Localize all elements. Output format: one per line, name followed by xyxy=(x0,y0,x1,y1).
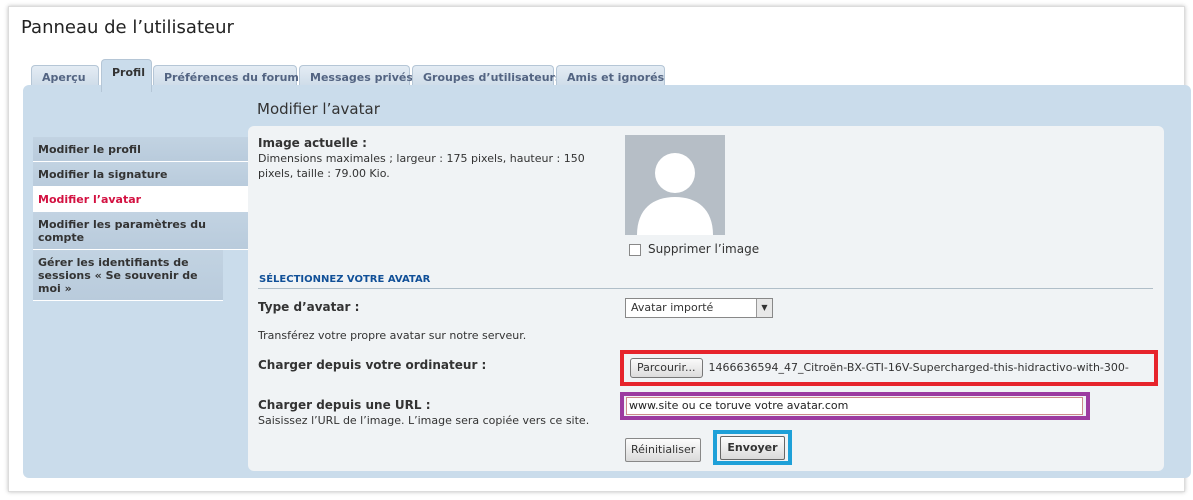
section-title: SÉLECTIONNEZ VOTRE AVATAR xyxy=(259,274,431,285)
sidebar-item-account-settings[interactable]: Modifier les paramètres du compte xyxy=(33,212,248,250)
tab-profile[interactable]: Profil xyxy=(101,59,152,92)
upload-label: Charger depuis votre ordinateur : xyxy=(258,358,487,372)
delete-image-checkbox[interactable] xyxy=(629,244,641,256)
file-upload-field[interactable]: Parcourir... 1466636594_47_Citroën-BX-GTI… xyxy=(630,358,1150,378)
avatar-type-select[interactable]: Avatar importé ▼ xyxy=(625,298,773,318)
sidebar-item-edit-signature[interactable]: Modifier la signature xyxy=(33,162,248,187)
current-image-label: Image actuelle : xyxy=(258,136,367,150)
avatar-form: Image actuelle : Dimensions maximales ; … xyxy=(248,126,1164,471)
reset-button[interactable]: Réinitialiser xyxy=(625,438,702,462)
url-label: Charger depuis une URL : xyxy=(258,398,431,412)
sidebar-item-edit-avatar[interactable]: Modifier l’avatar xyxy=(33,187,248,212)
page-title: Panneau de l’utilisateur xyxy=(21,17,234,38)
sidebar-menu: Modifier le profil Modifier la signature… xyxy=(33,137,248,301)
upload-description: Transférez votre propre avatar sur notre… xyxy=(258,329,527,342)
delete-image-label: Supprimer l’image xyxy=(648,242,760,256)
page-frame: Panneau de l’utilisateur Aperçu Profil P… xyxy=(8,6,1191,492)
avatar-type-value: Avatar importé xyxy=(631,301,714,314)
avatar-image xyxy=(625,135,725,235)
submit-button-highlight: Envoyer xyxy=(713,430,792,465)
sidebar-item-edit-profile[interactable]: Modifier le profil xyxy=(33,137,248,162)
sidebar-item-autologin-keys[interactable]: Gérer les identifiants de sessions « Se … xyxy=(33,250,223,301)
url-description: Saisissez l’URL de l’image. L’image sera… xyxy=(258,414,590,427)
dropdown-arrow-icon: ▼ xyxy=(756,299,772,317)
current-image-description: Dimensions maximales ; largeur : 175 pix… xyxy=(258,152,585,180)
content-title: Modifier l’avatar xyxy=(257,100,380,118)
selected-file-name: 1466636594_47_Citroën-BX-GTI-16V-Superch… xyxy=(708,361,1129,374)
file-upload-highlight: Parcourir... 1466636594_47_Citroën-BX-GTI… xyxy=(620,350,1158,386)
browse-button[interactable]: Parcourir... xyxy=(630,358,703,378)
default-avatar-icon xyxy=(625,135,725,235)
submit-button[interactable]: Envoyer xyxy=(720,436,785,460)
section-divider xyxy=(258,288,1153,289)
main-panel: Modifier le profil Modifier la signature… xyxy=(23,85,1191,478)
avatar-type-label: Type d’avatar : xyxy=(258,300,360,314)
url-input-highlight: www.site ou ce toruve votre avatar.com xyxy=(620,392,1090,420)
avatar-url-input[interactable]: www.site ou ce toruve votre avatar.com xyxy=(626,397,1083,415)
